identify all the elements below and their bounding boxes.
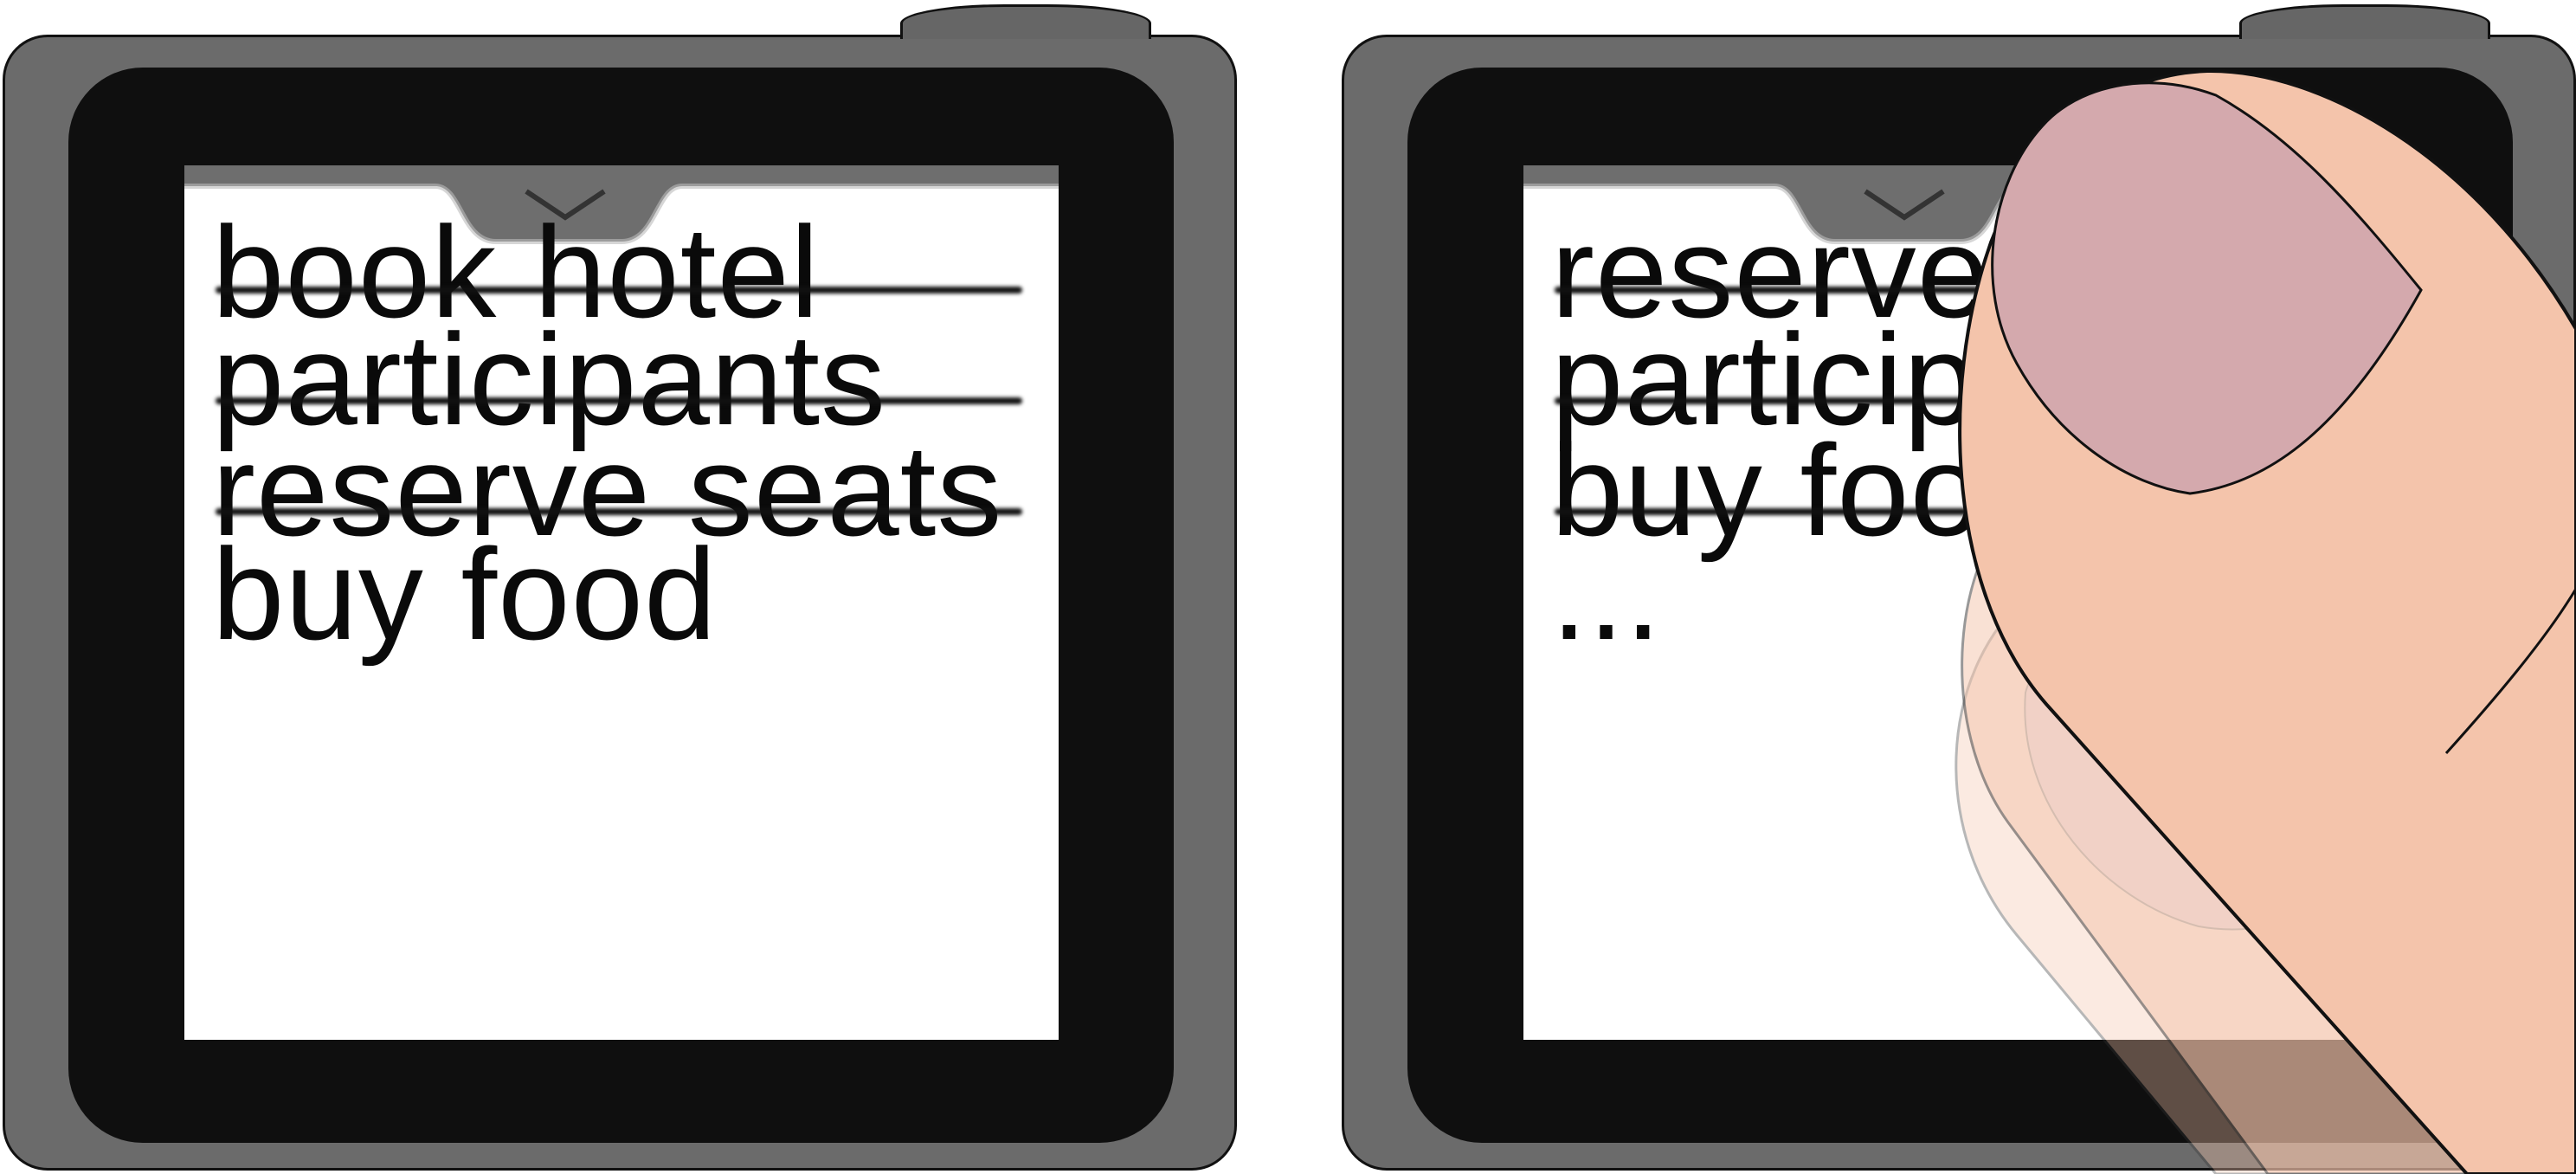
divider: [1555, 287, 2361, 294]
power-button[interactable]: [900, 4, 1151, 39]
screen[interactable]: reserve seats participants buy food ...: [1523, 165, 2398, 1040]
divider: [216, 287, 1022, 294]
list-item-more[interactable]: ...: [1551, 529, 2380, 659]
bezel: book hotel participants reserve seats bu…: [68, 68, 1174, 1143]
screen[interactable]: book hotel participants reserve seats bu…: [184, 165, 1059, 1040]
left-device: book hotel participants reserve seats bu…: [3, 4, 1237, 1171]
divider: [216, 397, 1022, 404]
power-button[interactable]: [2239, 4, 2490, 39]
right-device: reserve seats participants buy food ...: [1342, 4, 2576, 1171]
divider: [1555, 508, 2361, 515]
divider: [216, 508, 1022, 515]
bezel: reserve seats participants buy food ...: [1407, 68, 2513, 1143]
list-item-buy-food[interactable]: buy food: [212, 529, 1041, 659]
divider: [1555, 397, 2361, 404]
